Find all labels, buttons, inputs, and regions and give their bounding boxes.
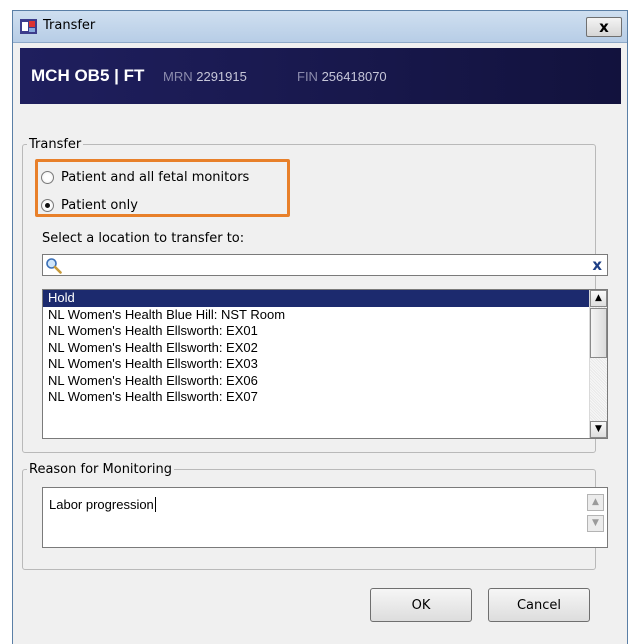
ok-button[interactable]: OK [370,588,472,622]
list-item[interactable]: NL Women's Health Ellsworth: EX03 [43,356,589,373]
patient-name: MCH OB5 | FT [31,66,145,85]
list-item[interactable]: Hold [43,290,589,307]
scrollbar-thumb[interactable] [590,308,607,358]
cancel-button[interactable]: Cancel [488,588,590,622]
mrn-label: MRN [163,69,193,84]
search-icon [46,258,62,274]
list-item[interactable]: NL Women's Health Ellsworth: EX02 [43,340,589,357]
radio-label: Patient and all fetal monitors [61,169,250,185]
scroll-up-arrow-icon[interactable]: ▲ [587,494,604,511]
reason-textarea[interactable]: Labor progression ▲ ▼ [42,487,608,548]
radio-button[interactable] [41,170,54,184]
location-search-box[interactable]: x [42,254,608,276]
location-list[interactable]: Hold NL Women's Health Blue Hill: NST Ro… [42,289,608,439]
radio-button[interactable] [41,198,54,212]
transfer-group-legend: Transfer [29,137,82,152]
reason-value: Labor progression [49,497,154,512]
scroll-up-arrow-icon[interactable]: ▲ [590,290,607,307]
mrn: MRN 2291915 [163,69,247,84]
radio-label: Patient only [61,197,138,213]
title-bar[interactable]: Transfer x [13,11,627,43]
list-item[interactable]: NL Women's Health Ellsworth: EX06 [43,373,589,390]
fin-label: FIN [297,69,318,84]
list-item[interactable]: NL Women's Health Blue Hill: NST Room [43,307,589,324]
clear-search-icon[interactable]: x [592,256,602,274]
close-button[interactable]: x [586,17,622,37]
scroll-down-arrow-icon[interactable]: ▼ [590,421,607,438]
fin-value: 256418070 [321,69,387,84]
location-select-label: Select a location to transfer to: [42,231,245,246]
text-caret [154,497,156,512]
reason-scrollbar[interactable]: ▲ ▼ [587,494,605,544]
fin: FIN 256418070 [297,69,387,84]
reason-text: Labor progression [49,497,156,512]
location-list-scrollbar[interactable]: ▲ ▼ [589,290,607,438]
app-icon [20,19,37,34]
scroll-down-arrow-icon[interactable]: ▼ [587,515,604,532]
radio-patient-only[interactable]: Patient only [41,196,138,214]
radio-patient-and-monitors[interactable]: Patient and all fetal monitors [41,168,249,186]
window-title: Transfer [43,18,96,33]
list-item[interactable]: NL Women's Health Ellsworth: EX01 [43,323,589,340]
mrn-value: 2291915 [196,69,247,84]
location-list-items: Hold NL Women's Health Blue Hill: NST Ro… [43,290,589,406]
list-item[interactable]: NL Women's Health Ellsworth: EX07 [43,389,589,406]
close-icon: x [599,18,609,36]
patient-banner: MCH OB5 | FT MRN 2291915 FIN 256418070 [20,48,621,104]
search-input[interactable] [65,256,585,274]
reason-group-legend: Reason for Monitoring [29,462,173,477]
